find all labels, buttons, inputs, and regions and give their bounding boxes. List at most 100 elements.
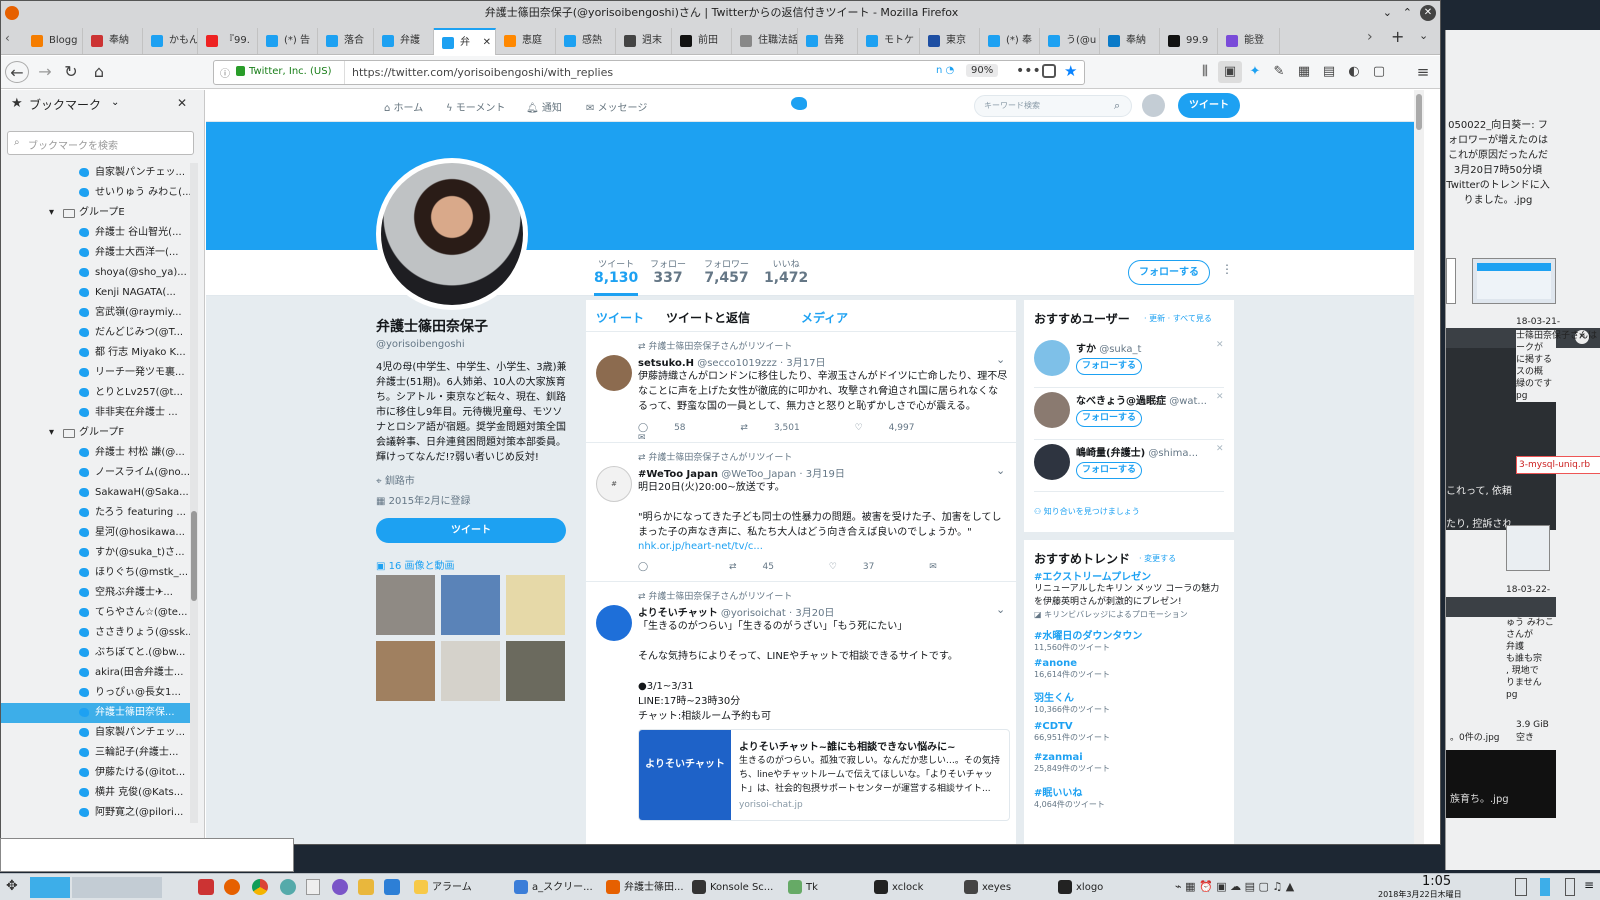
bookmark-item[interactable]: 三輪記子(弁護士... <box>1 743 191 763</box>
twitter-bird-icon[interactable] <box>791 97 807 110</box>
new-tab-icon[interactable]: + <box>1391 27 1404 46</box>
app-launcher-icon[interactable]: ✥ <box>6 878 18 894</box>
avatar[interactable]: # <box>596 466 632 502</box>
minimize-icon[interactable]: ⌄ <box>1383 1 1392 25</box>
browser-tab[interactable]: かもん <box>143 28 198 54</box>
media-thumbnail[interactable] <box>376 575 435 635</box>
vivaldi-icon[interactable] <box>198 879 214 895</box>
bookmark-item[interactable]: shoya(@sho_ya)... <box>1 263 191 283</box>
clock-date[interactable]: 2018年3月22日木曜日 <box>1378 889 1462 900</box>
chevron-down-icon[interactable]: ⌄ <box>111 97 119 108</box>
tweet-author[interactable]: setsuko.H @secco1019zzz · 3月17日 <box>638 354 826 369</box>
tweet[interactable]: ⇄ 弁護士篠田奈保子さんがリツイート よりそいチャット @yorisoichat… <box>586 583 1016 844</box>
sidebar-toggle-icon[interactable]: ▣ <box>1218 61 1242 83</box>
trend-item[interactable]: #エクストリームプレゼン リニューアルしたキリン メッツ コーラの魅力を伊藤英明… <box>1034 568 1224 620</box>
trend-item[interactable]: #zanmai 25,849件のツイート <box>1034 752 1224 774</box>
bookmark-item[interactable]: 自家製パンチェッ... <box>1 163 191 183</box>
subwindow-titlebar[interactable] <box>1446 597 1556 617</box>
home-icon[interactable]: ⌂ <box>87 61 111 83</box>
expand-arrow-icon[interactable]: ▾ <box>49 423 54 443</box>
bookmark-item[interactable]: ほりぐち(@mstk_... <box>1 563 191 583</box>
tweet-author[interactable]: よりそいチャット @yorisoichat · 3月20日 <box>638 604 834 619</box>
browser-tab[interactable]: 能登 <box>1218 28 1280 54</box>
thumbnail[interactable] <box>1472 258 1556 304</box>
avatar[interactable] <box>1034 444 1070 480</box>
zoom-level[interactable]: 90% <box>966 64 999 77</box>
profile-stat[interactable]: いいね 1,472 <box>764 257 808 286</box>
browser-tab[interactable]: モトケ <box>858 28 920 54</box>
browser-tab[interactable]: 『99. <box>198 28 258 54</box>
folder-icon[interactable] <box>358 879 374 895</box>
bookmark-item[interactable]: Kenji NAGATA(... <box>1 283 191 303</box>
browser-tab[interactable]: 落合 <box>318 28 374 54</box>
avatar[interactable] <box>1034 392 1070 428</box>
browser-tab[interactable]: 弁 ✕ <box>434 28 496 55</box>
suggested-user-name[interactable]: なべきょう@過眠症 @wat... <box>1076 392 1207 407</box>
page-scrollbar[interactable] <box>1414 90 1424 844</box>
profile-tweet-button[interactable]: ツイート <box>376 518 566 543</box>
tab-tweets[interactable]: ツイート <box>596 309 644 326</box>
thumbnail[interactable] <box>1506 525 1550 571</box>
page-actions-icon[interactable]: ••• <box>1016 63 1041 79</box>
grid-extension-icon[interactable]: ▦ <box>1292 61 1316 83</box>
library-icon[interactable]: ⫼ <box>1193 61 1217 83</box>
avatar[interactable] <box>596 355 632 391</box>
trend-tag[interactable]: #CDTV <box>1034 721 1224 732</box>
browser-tab[interactable]: 奉納 <box>83 28 143 54</box>
bookmark-item[interactable]: 非非実在弁護士 ... <box>1 403 191 423</box>
chrome-icon[interactable] <box>252 879 268 895</box>
twitter-extension-icon[interactable]: ✦ <box>1243 61 1267 83</box>
profile-handle[interactable]: @yorisoibengoshi <box>376 339 465 350</box>
bookmark-item[interactable]: 宮武嶺(@raymiy... <box>1 303 191 323</box>
activity-icon[interactable] <box>1540 878 1550 896</box>
search-icon[interactable]: ⌕ <box>1114 99 1120 113</box>
bookmark-item[interactable]: とりとLv257(@t... <box>1 383 191 403</box>
trend-tag[interactable]: #zanmai <box>1034 752 1224 763</box>
tweet[interactable]: ⇄ 弁護士篠田奈保子さんがリツイート # #WeToo Japan @WeToo… <box>586 444 1016 582</box>
browser-tab[interactable]: (*) 告 <box>258 28 318 54</box>
dismiss-icon[interactable]: ✕ <box>1216 444 1224 454</box>
chevron-down-icon[interactable]: ⌄ <box>996 603 1005 616</box>
app-icon[interactable] <box>384 879 400 895</box>
chevron-down-icon[interactable]: ⌄ <box>996 464 1005 477</box>
browser-tab[interactable]: 弁護 <box>374 28 434 54</box>
bookmark-folder[interactable]: ▾ グループF <box>1 423 191 443</box>
browser-tab[interactable]: 告発 <box>798 28 858 54</box>
dm-button[interactable]: ✉ <box>638 433 672 443</box>
taskbar-task[interactable]: xclock <box>872 877 923 898</box>
media-thumbnail[interactable] <box>376 641 435 701</box>
site-identity[interactable]: Twitter, Inc. (US) <box>249 66 332 77</box>
profile-name[interactable]: 弁護士篠田奈保子 <box>376 316 571 336</box>
tab-tweets-and-replies[interactable]: ツイートと返信 <box>666 309 750 326</box>
suggested-user-name[interactable]: すか @suka_t <box>1076 340 1141 355</box>
close-tab-icon[interactable]: ✕ <box>483 30 491 55</box>
tweet[interactable]: ⇄ 弁護士篠田奈保子さんがリツイート setsuko.H @secco1019z… <box>586 333 1016 443</box>
url-text[interactable]: https://twitter.com/yorisoibengoshi/with… <box>352 66 613 79</box>
media-thumbnail[interactable] <box>441 575 500 635</box>
bookmark-item[interactable]: akira(田舎弁護士... <box>1 663 191 683</box>
bookmark-item[interactable]: リーチ一発ツモ裏... <box>1 363 191 383</box>
thumbnail[interactable] <box>1446 258 1456 304</box>
trend-item[interactable]: #anone 16,614件のツイート <box>1034 658 1224 680</box>
bookmark-star-icon[interactable]: ★ <box>1064 62 1077 80</box>
reply-button[interactable]: ◯ 58 <box>638 423 712 433</box>
info-icon[interactable]: ⓘ <box>220 65 230 80</box>
browser-tab[interactable]: 週末 <box>616 28 672 54</box>
suggested-user[interactable]: 嶋崎量(弁護士) @shima... フォローする ✕ <box>1034 442 1224 492</box>
browser-tab[interactable]: 前田 <box>672 28 732 54</box>
like-button[interactable]: ♡ 4,997 <box>855 423 941 433</box>
dm-button[interactable]: ✉ <box>929 562 963 572</box>
bookmark-item[interactable]: 自家製パンチェッ... <box>1 723 191 743</box>
reply-button[interactable]: ◯ <box>638 562 700 572</box>
trend-item[interactable]: #眠いいね 4,064件のツイート <box>1034 784 1224 810</box>
taskbar-task[interactable]: Konsole Sc... <box>690 877 773 898</box>
forward-icon[interactable]: → <box>33 61 57 83</box>
scrollbar[interactable] <box>190 163 198 823</box>
app-icon[interactable] <box>280 879 296 895</box>
tab-list-icon[interactable]: ⌄ <box>1419 29 1428 42</box>
clock-time[interactable]: 1:05 <box>1422 874 1451 889</box>
window-titlebar[interactable]: 弁護士篠田奈保子(@yorisoibengoshi)さん | Twitterから… <box>1 1 1440 25</box>
firefox-icon[interactable] <box>224 879 240 895</box>
browser-tab[interactable]: 住職法話 <box>732 28 798 54</box>
browser-tab[interactable]: Blogg <box>23 28 83 54</box>
